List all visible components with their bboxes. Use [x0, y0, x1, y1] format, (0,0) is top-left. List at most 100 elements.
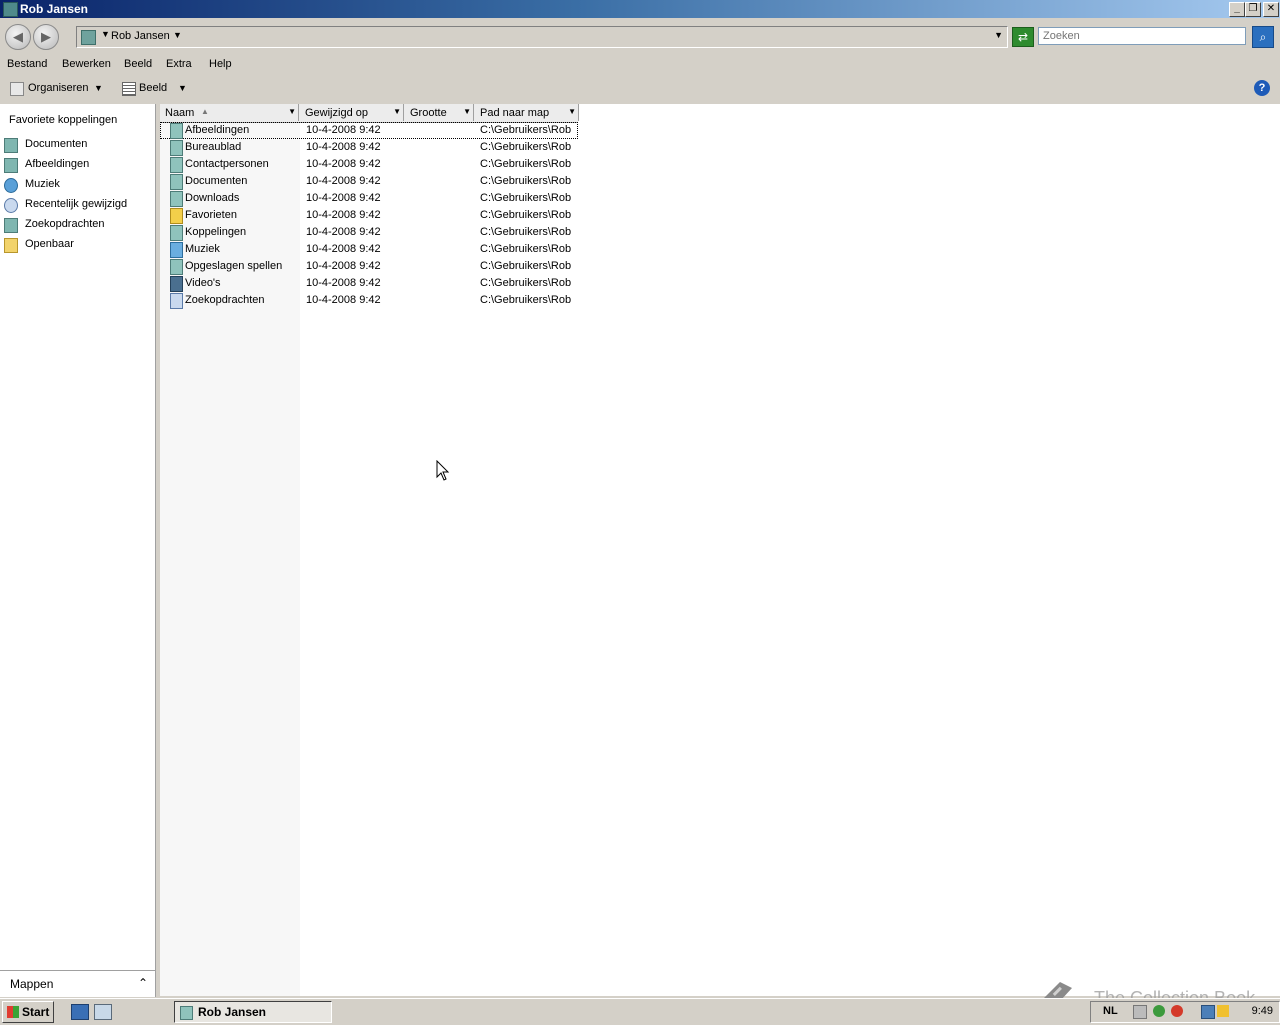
column-header-path[interactable]: Pad naar map ▼: [475, 104, 579, 121]
nav-item-searches[interactable]: Zoekopdrachten: [0, 216, 150, 234]
column-dropdown-icon[interactable]: ▼: [393, 107, 401, 116]
file-path: C:\Gebruikers\Rob: [480, 209, 572, 221]
file-row[interactable]: Zoekopdrachten 10-4-2008 9:42 C:\Gebruik…: [160, 292, 580, 309]
taskbar-item-label: Rob Jansen: [198, 1005, 267, 1019]
organize-icon: [10, 82, 24, 96]
file-path: C:\Gebruikers\Rob: [480, 260, 572, 272]
documents-folder-icon: [170, 174, 183, 190]
nav-item-label: Openbaar: [25, 238, 74, 250]
command-bar: Organiseren ▼ Beeld ▼: [0, 77, 1280, 101]
file-path: C:\Gebruikers\Rob: [480, 158, 572, 170]
minimize-button[interactable]: _: [1229, 2, 1245, 17]
language-indicator[interactable]: NL: [1103, 1005, 1118, 1017]
contacts-folder-icon: [170, 157, 183, 173]
file-name: Zoekopdrachten: [185, 294, 265, 306]
file-row[interactable]: Muziek 10-4-2008 9:42 C:\Gebruikers\Rob: [160, 241, 580, 258]
address-bar[interactable]: ▼ Rob Jansen ▼ ▼: [76, 26, 1008, 48]
file-name: Koppelingen: [185, 226, 247, 238]
title-bar[interactable]: Rob Jansen _ ❐ ✕: [0, 0, 1280, 18]
file-path: C:\Gebruikers\Rob: [480, 277, 572, 289]
menu-bewerken[interactable]: Bewerken: [62, 58, 111, 70]
view-dropdown-icon[interactable]: ▼: [178, 83, 187, 93]
file-path: C:\Gebruikers\Rob: [480, 175, 572, 187]
nav-item-documents[interactable]: Documenten: [0, 136, 150, 154]
nav-item-music[interactable]: Muziek: [0, 176, 150, 194]
menu-extra[interactable]: Extra: [166, 58, 192, 70]
security-shield-icon[interactable]: [1153, 1005, 1165, 1017]
file-row[interactable]: Video's 10-4-2008 9:42 C:\Gebruikers\Rob: [160, 275, 580, 292]
file-name: Afbeeldingen: [185, 124, 250, 136]
file-name: Downloads: [185, 192, 240, 204]
server-manager-icon[interactable]: [94, 1004, 112, 1020]
file-modified: 10-4-2008 9:42: [306, 294, 381, 306]
favorites-folder-icon: [170, 208, 183, 224]
file-row[interactable]: Documenten 10-4-2008 9:42 C:\Gebruikers\…: [160, 173, 580, 190]
search-input[interactable]: [1038, 27, 1246, 45]
file-path: C:\Gebruikers\Rob: [480, 294, 572, 306]
address-dropdown-icon[interactable]: ▼: [994, 30, 1003, 40]
menu-bestand[interactable]: Bestand: [7, 58, 47, 70]
nav-item-pictures[interactable]: Afbeeldingen: [0, 156, 150, 174]
column-dropdown-icon[interactable]: ▼: [463, 107, 471, 116]
file-modified: 10-4-2008 9:42: [306, 277, 381, 289]
file-row[interactable]: Bureaublad 10-4-2008 9:42 C:\Gebruikers\…: [160, 139, 580, 156]
file-row[interactable]: Koppelingen 10-4-2008 9:42 C:\Gebruikers…: [160, 224, 580, 241]
organize-button[interactable]: Organiseren: [28, 82, 89, 94]
file-row[interactable]: Favorieten 10-4-2008 9:42 C:\Gebruikers\…: [160, 207, 580, 224]
file-row[interactable]: Opgeslagen spellen 10-4-2008 9:42 C:\Geb…: [160, 258, 580, 275]
close-button[interactable]: ✕: [1263, 2, 1279, 17]
organize-dropdown-icon[interactable]: ▼: [94, 83, 103, 93]
nav-item-label: Afbeeldingen: [25, 158, 90, 170]
breadcrumb-user[interactable]: Rob Jansen: [111, 30, 170, 42]
column-header-name[interactable]: Naam ▲ ▼: [160, 104, 299, 121]
downloads-folder-icon: [170, 191, 183, 207]
back-button[interactable]: ◀: [5, 24, 31, 50]
nav-item-label: Muziek: [25, 178, 60, 190]
file-row[interactable]: Downloads 10-4-2008 9:42 C:\Gebruikers\R…: [160, 190, 580, 207]
menu-bar: Bestand Bewerken Beeld Extra Help: [0, 55, 1280, 75]
breadcrumb-separator-icon[interactable]: ▼: [101, 29, 110, 39]
nav-item-public[interactable]: Openbaar: [0, 236, 150, 254]
user-folder-icon: [180, 1006, 193, 1020]
start-button[interactable]: Start: [2, 1001, 54, 1023]
videos-folder-icon: [170, 276, 183, 292]
show-desktop-icon[interactable]: [71, 1004, 89, 1020]
column-dropdown-icon[interactable]: ▼: [288, 107, 296, 116]
network-icon[interactable]: [1201, 1005, 1215, 1019]
clock[interactable]: 9:49: [1252, 1005, 1273, 1017]
column-dropdown-icon[interactable]: ▼: [568, 107, 576, 116]
breadcrumb-arrow-icon[interactable]: ▼: [173, 30, 182, 40]
forward-button[interactable]: ▶: [33, 24, 59, 50]
menu-help[interactable]: Help: [209, 58, 232, 70]
file-row[interactable]: Afbeeldingen 10-4-2008 9:42 C:\Gebruiker…: [160, 122, 578, 139]
nav-item-recent[interactable]: Recentelijk gewijzigd: [0, 196, 150, 214]
folders-toggle[interactable]: Mappen ⌃: [0, 970, 156, 997]
restore-button[interactable]: ❐: [1245, 2, 1261, 17]
column-header-modified[interactable]: Gewijzigd op ▼: [300, 104, 404, 121]
sort-ascending-icon: ▲: [201, 107, 209, 116]
column-header-size[interactable]: Grootte ▼: [405, 104, 474, 121]
help-icon[interactable]: ?: [1254, 80, 1270, 96]
view-button[interactable]: Beeld: [139, 82, 167, 94]
file-modified: 10-4-2008 9:42: [306, 209, 381, 221]
search-icon[interactable]: ⌕: [1252, 26, 1274, 48]
folders-label: Mappen: [10, 977, 54, 991]
file-modified: 10-4-2008 9:42: [306, 192, 381, 204]
nav-item-label: Recentelijk gewijzigd: [25, 198, 128, 210]
file-row[interactable]: Contactpersonen 10-4-2008 9:42 C:\Gebrui…: [160, 156, 580, 173]
warning-icon[interactable]: [1217, 1005, 1229, 1017]
column-label: Gewijzigd op: [305, 107, 368, 119]
column-label: Naam: [165, 107, 195, 119]
menu-beeld[interactable]: Beeld: [124, 58, 152, 70]
navigation-bar: ◀ ▶ ▼ Rob Jansen ▼ ▼ ⇄ ⌕: [0, 18, 1280, 55]
refresh-icon[interactable]: ⇄: [1012, 27, 1034, 47]
file-name: Favorieten: [185, 209, 237, 221]
alert-icon[interactable]: [1171, 1005, 1183, 1017]
file-name: Video's: [185, 277, 221, 289]
taskbar-item-explorer[interactable]: Rob Jansen: [174, 1001, 332, 1023]
chevron-up-icon[interactable]: ⌃: [138, 976, 148, 990]
nav-item-label: Documenten: [25, 138, 88, 150]
keyboard-icon[interactable]: [1133, 1005, 1147, 1019]
file-path: C:\Gebruikers\Rob: [480, 192, 572, 204]
file-name: Muziek: [185, 243, 220, 255]
